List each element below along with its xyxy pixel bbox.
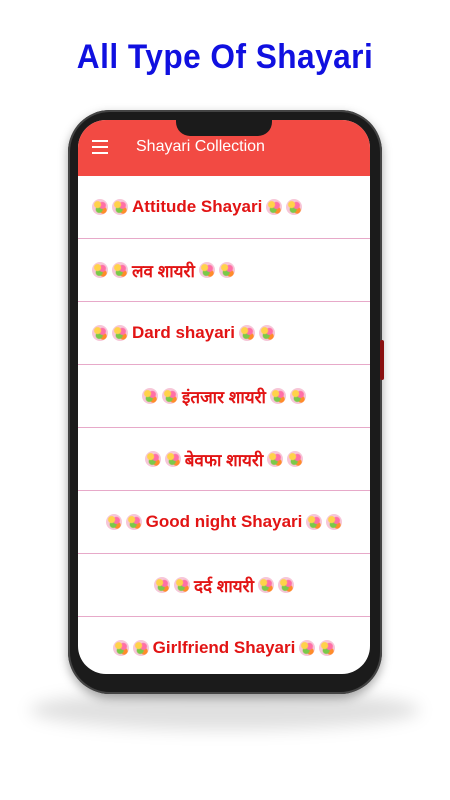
shayari-category-list: Attitude Shayari लव शायरी Dard shayari इ… [78, 176, 370, 674]
flower-bouquet-icon [289, 387, 307, 405]
list-item-label: Girlfriend Shayari [152, 638, 296, 657]
list-item-attitude-shayari[interactable]: Attitude Shayari [78, 176, 370, 239]
list-item-label: इंतजार शायरी [182, 387, 266, 407]
flower-bouquet-icon [132, 639, 150, 657]
flower-bouquet-icon [111, 261, 129, 279]
flower-bouquet-icon [218, 261, 236, 279]
phone-screen: Shayari Collection Attitude Shayari लव श… [78, 120, 370, 674]
phone-notch [176, 120, 272, 136]
flower-bouquet-icon [325, 513, 343, 531]
flower-bouquet-icon [265, 198, 283, 216]
flower-bouquet-icon [111, 324, 129, 342]
list-item-girlfriend-shayari[interactable]: Girlfriend Shayari [78, 617, 370, 674]
flower-bouquet-icon [198, 261, 216, 279]
flower-bouquet-icon [144, 450, 162, 468]
flower-bouquet-icon [318, 639, 336, 657]
list-item-bewafa-shayari[interactable]: बेवफा शायरी [78, 428, 370, 491]
list-item-label: लव शायरी [132, 261, 195, 281]
promo-title: All Type Of Shayari [76, 38, 374, 76]
list-item-label: Good night Shayari [145, 512, 303, 531]
flower-bouquet-icon [258, 324, 276, 342]
list-item-dard-shayari-hindi[interactable]: दर्द शायरी [78, 554, 370, 617]
flower-bouquet-icon [277, 576, 295, 594]
flower-bouquet-icon [111, 198, 129, 216]
flower-bouquet-icon [161, 387, 179, 405]
flower-bouquet-icon [257, 576, 275, 594]
flower-bouquet-icon [141, 387, 159, 405]
flower-bouquet-icon [298, 639, 316, 657]
flower-bouquet-icon [91, 261, 109, 279]
list-item-dard-shayari[interactable]: Dard shayari [78, 302, 370, 365]
app-bar-title: Shayari Collection [136, 138, 265, 155]
flower-bouquet-icon [305, 513, 323, 531]
flower-bouquet-icon [285, 198, 303, 216]
flower-bouquet-icon [105, 513, 123, 531]
flower-bouquet-icon [269, 387, 287, 405]
list-item-love-shayari[interactable]: लव शायरी [78, 239, 370, 302]
phone-side-button [380, 340, 384, 380]
flower-bouquet-icon [286, 450, 304, 468]
flower-bouquet-icon [238, 324, 256, 342]
flower-bouquet-icon [91, 198, 109, 216]
list-item-label: दर्द शायरी [194, 576, 254, 596]
flower-bouquet-icon [125, 513, 143, 531]
list-item-label: बेवफा शायरी [184, 450, 264, 470]
flower-bouquet-icon [91, 324, 109, 342]
list-item-label: Attitude Shayari [132, 197, 263, 216]
menu-icon[interactable] [92, 140, 108, 154]
flower-bouquet-icon [266, 450, 284, 468]
flower-bouquet-icon [153, 576, 171, 594]
flower-bouquet-icon [112, 639, 130, 657]
flower-bouquet-icon [173, 576, 191, 594]
phone-shadow [30, 690, 420, 730]
list-item-good-night-shayari[interactable]: Good night Shayari [78, 491, 370, 554]
list-item-label: Dard shayari [132, 323, 235, 342]
list-item-intezaar-shayari[interactable]: इंतजार शायरी [78, 365, 370, 428]
flower-bouquet-icon [164, 450, 182, 468]
